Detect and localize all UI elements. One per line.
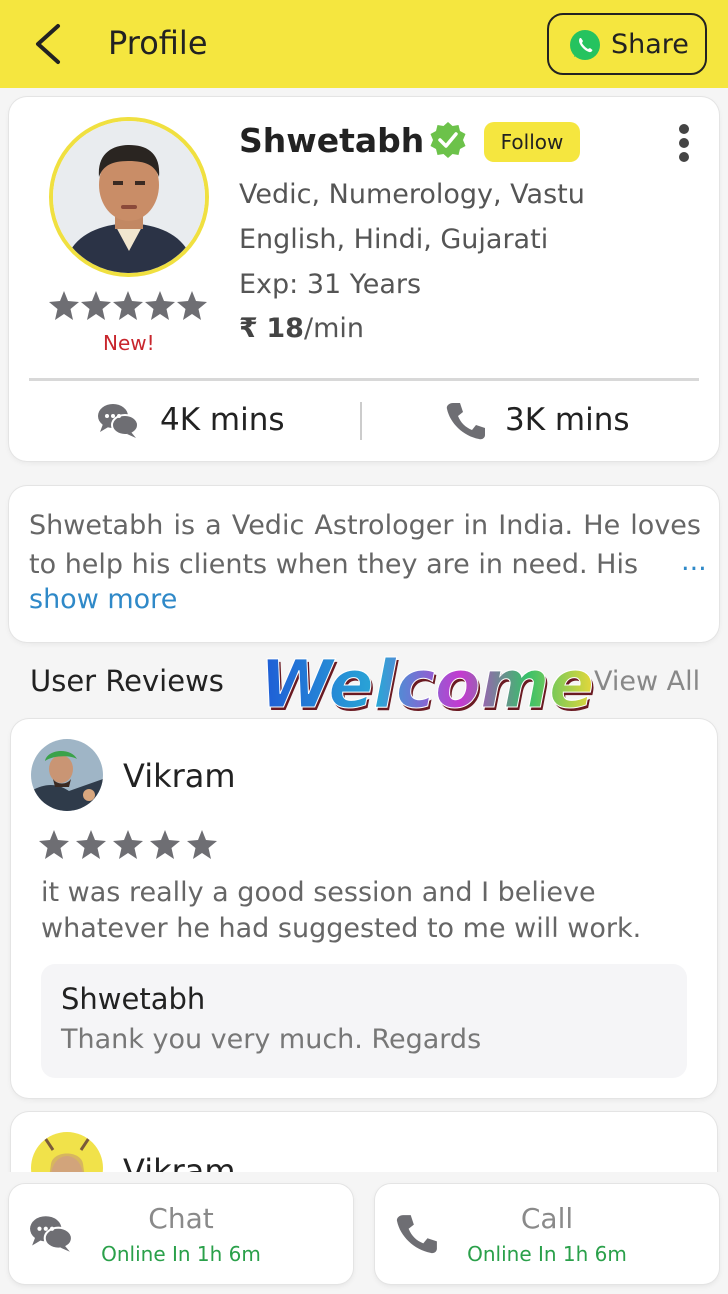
app-header: Profile Share [0,0,728,88]
astrologer-reply: Shwetabh Thank you very much. Regards [41,964,687,1078]
specialties: Vedic, Numerology, Vastu [239,179,585,210]
price-amount: 18 [266,313,304,344]
divider-vertical [360,402,362,440]
reviewer-avatar [31,739,103,811]
phone-icon [446,403,485,440]
chat-status: Online In 1h 6m [101,1242,261,1266]
reviewer-name: Vikram [123,757,236,795]
reviewer-photo-icon [31,739,103,811]
bio-ellipsis: ... [681,546,707,577]
price-currency: ₹ [239,313,258,344]
show-more-link[interactable]: show more [29,584,177,615]
astrologer-name: Shwetabh [239,121,425,160]
price-per-minute: ₹ 18/min [239,313,364,344]
view-all-link[interactable]: View All [594,666,700,697]
astrologer-profile-card: New! Shwetabh Follow Vedic, Numerology, … [9,97,719,461]
review-text: it was really a good session and I belie… [41,877,642,944]
page-title: Profile [108,24,208,62]
call-status: Online In 1h 6m [467,1242,627,1266]
bio-card: Shwetabh is a Vedic Astrologer in India.… [9,486,719,642]
more-options-icon[interactable] [676,121,692,165]
new-badge: New! [103,331,155,355]
reviews-section-title: User Reviews [30,664,224,698]
languages: English, Hindi, Gujarati [239,224,549,255]
price-unit: /min [303,313,364,344]
person-photo-icon [53,121,205,273]
follow-button[interactable]: Follow [484,122,580,162]
share-label: Share [611,29,689,60]
share-button[interactable]: Share [547,13,707,75]
reply-author: Shwetabh [61,982,206,1016]
astrologer-avatar[interactable] [49,117,209,277]
rating-stars [49,291,207,320]
experience: Exp: 31 Years [239,269,422,300]
reply-text: Thank you very much. Regards [61,1024,482,1055]
divider [29,378,699,381]
bio-text: Shwetabh is a Vedic Astrologer in India.… [29,510,701,580]
chat-bubbles-icon [98,404,139,438]
welcome-text: Welcome [260,648,594,723]
whatsapp-icon [570,30,600,60]
review-card: Vikram it was really a good session and … [11,719,717,1098]
call-label: Call [520,1202,574,1235]
call-button[interactable]: Call Online In 1h 6m [375,1184,719,1284]
chat-minutes: 4K mins [160,402,285,438]
verified-badge-icon [430,122,466,158]
review-stars [39,830,217,859]
call-minutes: 3K mins [505,402,630,438]
chat-label: Chat [148,1202,214,1235]
welcome-overlay-graphic: Welcome Welcome [260,648,596,724]
chat-button[interactable]: Chat Online In 1h 6m [9,1184,353,1284]
back-arrow-icon[interactable] [28,20,76,68]
